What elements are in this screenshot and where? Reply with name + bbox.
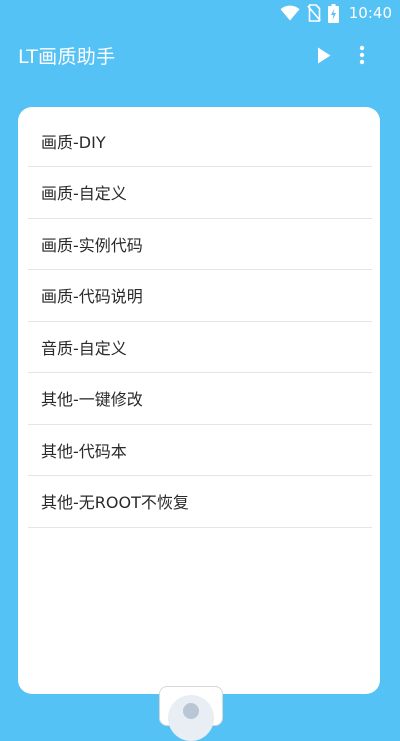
play-button[interactable]: [304, 42, 344, 72]
status-icons: 10:40: [280, 3, 392, 23]
more-options-button[interactable]: [346, 40, 378, 74]
menu-item-other-one-click[interactable]: 其他-一键修改: [28, 373, 372, 425]
menu-card: 画质-DIY 画质-自定义 画质-实例代码 画质-代码说明 音质-自定义 其他-…: [18, 107, 380, 694]
status-time: 10:40: [348, 4, 392, 22]
app-bar: LT画质助手: [0, 26, 400, 88]
more-vert-icon: [359, 45, 365, 69]
no-sim-icon: [306, 4, 321, 22]
menu-item-quality-code-guide[interactable]: 画质-代码说明: [28, 270, 372, 322]
floating-knob-icon: [168, 695, 214, 741]
menu-item-quality-diy[interactable]: 画质-DIY: [28, 107, 372, 167]
menu-item-other-no-root-restore[interactable]: 其他-无ROOT不恢复: [28, 476, 372, 528]
app-title: LT画质助手: [18, 46, 116, 68]
menu-item-other-codebook[interactable]: 其他-代码本: [28, 425, 372, 476]
floating-handle-button[interactable]: [159, 686, 223, 741]
play-icon: [317, 47, 331, 68]
menu-list: 画质-DIY 画质-自定义 画质-实例代码 画质-代码说明 音质-自定义 其他-…: [18, 107, 380, 528]
menu-item-quality-custom[interactable]: 画质-自定义: [28, 167, 372, 219]
menu-item-quality-example-code[interactable]: 画质-实例代码: [28, 219, 372, 270]
status-bar: 10:40: [0, 0, 400, 26]
menu-item-audio-custom[interactable]: 音质-自定义: [28, 322, 372, 373]
battery-charging-icon: [327, 3, 339, 23]
floating-knob-center: [183, 703, 199, 719]
wifi-icon: [280, 5, 300, 21]
